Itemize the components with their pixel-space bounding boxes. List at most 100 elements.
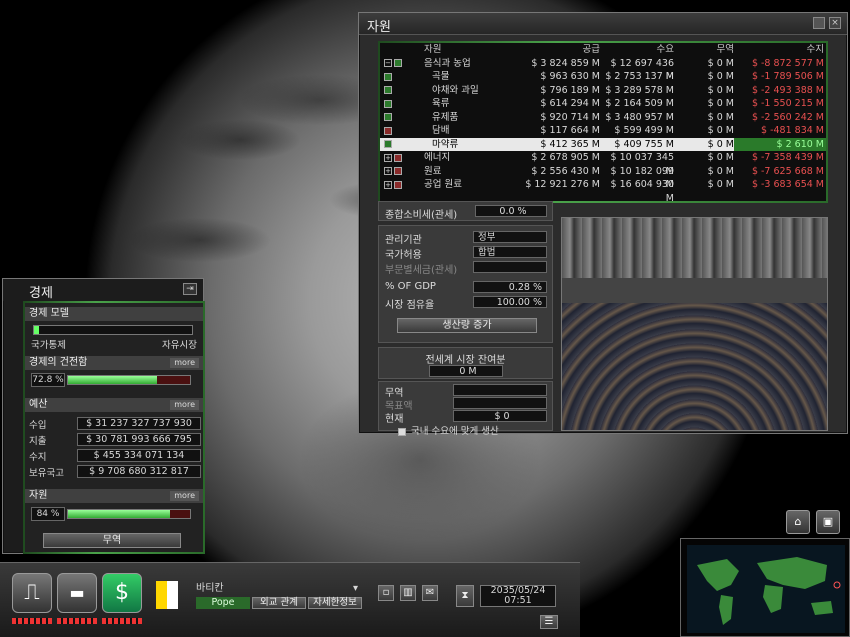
economy-frame: 경제 모델 국가통제 자유시장 경제의 건전함 more 72.8 % 예산 m…	[23, 301, 205, 554]
row-toggle[interactable]: +	[380, 178, 408, 192]
resource-row[interactable]: + 원료 $ 2 556 430 M $ 10 182 099 M $ 0 M $ -7 …	[380, 165, 826, 190]
table-header: 자원 공급 수요 무역 수지	[380, 43, 826, 57]
legality-select[interactable]: 합법	[473, 246, 547, 258]
header-trade[interactable]: 무역	[674, 43, 734, 57]
row-toggle[interactable]	[380, 97, 408, 111]
health-more-button[interactable]: more	[170, 358, 199, 368]
health-fill	[68, 376, 157, 384]
trade-select[interactable]	[453, 384, 547, 396]
expand-toggle-icon[interactable]: +	[384, 167, 392, 175]
resource-row[interactable]: 담배 $ 117 664 M $ 599 499 M $ 0 M $ -481 834 …	[380, 124, 826, 138]
resource-demand: $ 16 604 930 M	[610, 179, 674, 201]
close-icon[interactable]: ×	[829, 17, 841, 29]
leader-name: Pope	[196, 597, 250, 609]
resource-demand: $ 3 480 957 M	[605, 111, 674, 123]
row-toggle[interactable]: +	[380, 165, 408, 179]
expand-toggle-icon[interactable]: −	[384, 59, 392, 67]
resource-trade: $ 0 M	[707, 57, 734, 69]
resource-balance: $ -3 683 654 M	[751, 179, 824, 190]
header-supply[interactable]: 공급	[508, 43, 600, 57]
camera-icon[interactable]: ▣	[816, 510, 840, 534]
share-value: 100.00 %	[473, 296, 547, 308]
row-toggle[interactable]	[380, 70, 408, 84]
resources-value: 84 %	[31, 507, 65, 521]
resource-supply: $ 2 678 905 M	[531, 152, 600, 163]
expand-toggle-icon[interactable]: +	[384, 153, 392, 162]
resource-balance: $ -7 358 439 M	[751, 152, 824, 163]
sector-tax-field[interactable]	[473, 261, 547, 273]
economy-button[interactable]: $	[102, 573, 142, 613]
header-balance[interactable]: 수지	[734, 43, 826, 57]
resource-row[interactable]: 마약류 $ 412 365 M $ 409 755 M $ 0 M $ 2 610 M	[380, 137, 826, 152]
status-indicator-icon	[384, 140, 392, 148]
diplomacy-button[interactable]: 외교 관계	[252, 597, 306, 609]
resource-row[interactable]: 곡물 $ 963 630 M $ 2 753 137 M $ 0 M $ -1 789 …	[380, 70, 826, 84]
economy-window: 경제 ⇥ 경제 모델 국가통제 자유시장 경제의 건전함 more 72.8 %…	[2, 278, 205, 554]
increase-production-button[interactable]: 생산량 증가	[397, 318, 537, 333]
resources-more-button[interactable]: more	[170, 491, 199, 501]
checkbox-icon[interactable]	[398, 427, 406, 436]
resource-trade: $ 0 M	[707, 179, 734, 190]
chevron-down-icon[interactable]: ▾	[353, 583, 358, 595]
menu-icon[interactable]: ☰	[540, 615, 558, 629]
home-icon[interactable]: ⌂	[786, 510, 810, 534]
news-icon[interactable]: ▫	[378, 585, 394, 601]
stats-icon[interactable]: ▥	[400, 585, 416, 601]
military-meter	[57, 618, 97, 624]
expand-icon[interactable]: ⇥	[183, 283, 197, 295]
world-surplus-value: 0 M	[429, 365, 503, 377]
model-slider-handle[interactable]	[34, 326, 39, 334]
resource-trade: $ 0 M	[707, 152, 734, 163]
resource-row[interactable]: 유제품 $ 920 714 M $ 3 480 957 M $ 0 M $ -2 560…	[380, 111, 826, 125]
resource-row[interactable]: 야채와 과일 $ 796 189 M $ 3 289 578 M $ 0 M $ -2 …	[380, 84, 826, 98]
country-selector[interactable]: 바티칸 ▾	[196, 583, 362, 596]
vatican-flag[interactable]	[156, 581, 178, 609]
resource-row[interactable]: + 에너지 $ 2 678 905 M $ 10 037 345 M $ 0 M $ -7…	[380, 151, 826, 177]
details-button[interactable]: 자세한정보	[308, 597, 362, 609]
header-resource[interactable]: 자원	[408, 43, 508, 57]
target-field[interactable]	[453, 397, 547, 409]
economy-meter	[102, 618, 142, 624]
window-options-icon[interactable]	[813, 17, 825, 29]
domestic-checkbox[interactable]: 국내 수요에 맞게 생산	[398, 423, 499, 437]
row-toggle[interactable]: −	[380, 57, 408, 71]
status-indicator-icon	[394, 180, 402, 189]
row-toggle[interactable]: +	[380, 151, 408, 165]
row-toggle[interactable]	[380, 138, 408, 152]
tax-value[interactable]: 0.0 %	[475, 205, 547, 217]
resource-name: 유제품	[432, 111, 459, 123]
military-button[interactable]: ▬	[57, 573, 97, 613]
mail-icon[interactable]: ✉	[422, 585, 438, 601]
header-demand[interactable]: 수요	[600, 43, 674, 57]
economic-model-slider[interactable]	[33, 325, 193, 335]
resources-label: 자원	[29, 490, 48, 501]
minimap[interactable]	[680, 538, 850, 637]
resource-row[interactable]: + 공업 원료 $ 12 921 276 M $ 16 604 930 M $ 0 M $…	[380, 178, 826, 201]
sector-tax-label: 부문별세금(관세)	[385, 265, 458, 276]
resource-demand: $ 12 697 436 M	[610, 57, 674, 83]
resource-row[interactable]: 육류 $ 614 294 M $ 2 164 509 M $ 0 M $ -1 550 …	[380, 97, 826, 111]
row-toggle[interactable]	[380, 84, 408, 98]
expand-toggle-icon[interactable]: +	[384, 180, 392, 189]
agency-label: 관리기관	[385, 235, 422, 246]
model-left-label: 국가통제	[31, 340, 66, 351]
resource-trade: $ 0 M	[707, 111, 734, 123]
bottom-bar: ⎍ ▬ $ 바티칸 ▾ Pope 외교 관계 자세한정보 ▫ ▥ ✉ ⧗ 203…	[0, 562, 580, 637]
resource-demand: $ 599 499 M	[614, 125, 674, 136]
country-name: 바티칸	[196, 583, 224, 594]
model-header: 경제 모델	[25, 307, 203, 321]
minimap-ocean[interactable]	[687, 545, 845, 633]
status-indicator-icon	[394, 153, 402, 162]
budget-more-button[interactable]: more	[170, 400, 199, 410]
health-label: 경제의 건전함	[29, 357, 88, 368]
hourglass-icon[interactable]: ⧗	[456, 585, 474, 607]
row-toggle[interactable]	[380, 111, 408, 125]
status-indicator-icon	[394, 59, 402, 67]
agency-select[interactable]: 정부	[473, 231, 547, 243]
politics-button[interactable]: ⎍	[12, 573, 52, 613]
resource-row[interactable]: − 음식과 농업 $ 3 824 859 M $ 12 697 436 M $ 0 M $…	[380, 57, 826, 83]
resource-balance: $ -2 560 242 M	[751, 111, 824, 123]
row-toggle[interactable]	[380, 124, 408, 138]
trade-button[interactable]: 무역	[43, 533, 181, 548]
share-label: 시장 점유율	[385, 300, 435, 311]
